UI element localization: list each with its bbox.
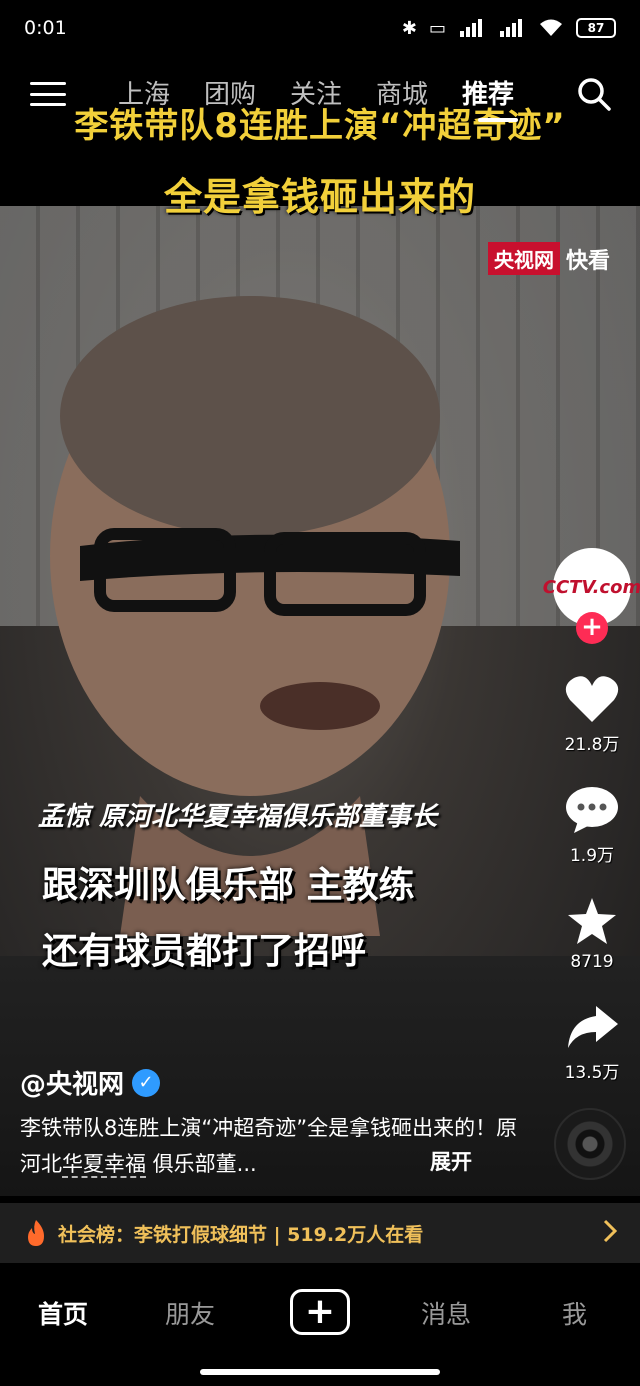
video-title-line2: 全是拿钱砸出来的	[163, 175, 476, 219]
subtitle-line1: 跟深圳队俱乐部 主教练	[42, 865, 415, 906]
tab-me[interactable]: 我	[562, 1295, 587, 1331]
status-time: 0:01	[24, 17, 67, 39]
active-tab-indicator	[478, 118, 518, 122]
bluetooth-icon: ✱	[401, 17, 417, 39]
nav-tabs: 上海 团购 关注 商城 推荐	[118, 74, 548, 111]
like-action[interactable]: 21.8万	[550, 674, 634, 755]
create-button[interactable]: +	[290, 1289, 350, 1335]
expand-button[interactable]: 展开	[430, 1146, 472, 1176]
hd-signal-icon	[460, 19, 482, 37]
speaker-caption: 孟惊 原河北华夏幸福俱乐部董事长	[38, 802, 438, 832]
author-name[interactable]: @央视网 ✓	[20, 1064, 161, 1101]
avatar-logo: CCTV.com	[542, 576, 640, 598]
vibrate-icon: ▭	[428, 17, 446, 39]
author-handle[interactable]: @央视网	[20, 1064, 124, 1101]
tab-following[interactable]: 关注	[290, 74, 376, 111]
cctv-watermark: 央视网 快看	[487, 242, 610, 275]
tab-mall[interactable]: 商城	[376, 74, 462, 111]
home-indicator	[200, 1369, 440, 1375]
tab-shanghai[interactable]: 上海	[118, 74, 204, 111]
hot-ranking-banner[interactable]: 社会榜：李铁打假球细节 | 519.2万人在看	[0, 1203, 640, 1263]
tab-messages[interactable]: 消息	[421, 1295, 471, 1331]
tab-recommended[interactable]: 推荐	[462, 74, 548, 111]
subtitle-line2: 还有球员都打了招呼	[42, 931, 367, 972]
battery-icon: 87	[576, 18, 616, 38]
fire-icon	[28, 1220, 44, 1246]
share-count: 13.5万	[564, 1063, 620, 1083]
top-nav: 上海 团购 关注 商城 推荐	[0, 62, 640, 126]
comment-action[interactable]: 1.9万	[550, 785, 634, 866]
hd-signal-icon	[500, 19, 522, 37]
watermark-brand: 央视网	[487, 242, 560, 275]
description-text-tail: 俱乐部董...	[146, 1152, 257, 1176]
hot-ranking-text: 社会榜：李铁打假球细节 | 519.2万人在看	[58, 1223, 424, 1246]
tab-group-buy[interactable]: 团购	[204, 74, 290, 111]
heart-icon[interactable]	[564, 674, 620, 724]
follow-button[interactable]: +	[576, 612, 608, 644]
share-action[interactable]: 13.5万	[550, 1002, 634, 1083]
like-count: 21.8万	[564, 735, 620, 755]
status-icons: ✱ ▭ 87	[402, 18, 616, 39]
battery-level: 87	[587, 21, 605, 35]
tab-home[interactable]: 首页	[38, 1295, 88, 1331]
status-bar: 0:01 ✱ ▭ 87	[0, 0, 640, 56]
search-icon[interactable]	[576, 76, 612, 112]
video-person	[50, 296, 460, 936]
plus-icon: +	[304, 1291, 336, 1332]
menu-icon[interactable]	[30, 82, 66, 106]
chevron-right-icon[interactable]	[602, 1219, 618, 1243]
music-disc-icon[interactable]	[554, 1108, 626, 1180]
share-icon[interactable]	[564, 1002, 620, 1052]
favorite-count: 8719	[570, 952, 614, 972]
action-rail: CCTV.com + 21.8万 1.9万 8719 13.5万	[543, 548, 640, 1083]
watermark-text: 快看	[565, 248, 610, 274]
bottom-tab-bar: 首页 朋友 + 消息 我	[0, 1263, 640, 1386]
tab-friends[interactable]: 朋友	[165, 1295, 215, 1331]
star-icon[interactable]	[564, 896, 620, 946]
wifi-icon	[540, 19, 562, 36]
comment-icon[interactable]	[564, 785, 620, 835]
description-tag[interactable]: 华夏幸福	[62, 1152, 146, 1178]
verified-icon: ✓	[132, 1068, 161, 1097]
favorite-action[interactable]: 8719	[550, 896, 634, 972]
video-player[interactable]: 李铁带队8连胜上演“冲超奇迹” 全是拿钱砸出来的 央视网 快看 孟惊 原河北华夏…	[0, 56, 640, 1196]
comment-count: 1.9万	[569, 846, 615, 866]
